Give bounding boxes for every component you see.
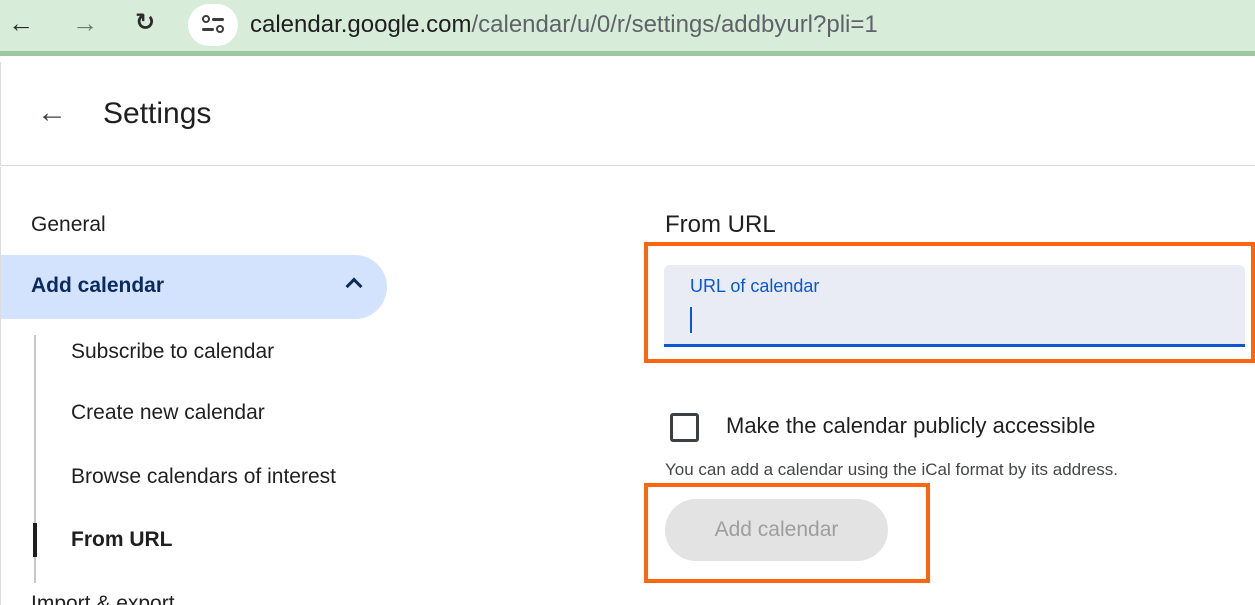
sidebar-item-browse-calendars[interactable]: Browse calendars of interest — [71, 464, 336, 490]
browser-forward-icon[interactable]: → — [72, 8, 98, 38]
reload-icon[interactable]: ↻ — [135, 8, 155, 38]
sidebar-item-import-export[interactable]: Import & export — [31, 591, 175, 605]
chevron-up-icon — [341, 269, 367, 295]
subnav-active-indicator — [33, 523, 37, 557]
settings-header: ← Settings — [0, 62, 1255, 166]
sidebar-item-from-url[interactable]: From URL — [71, 527, 173, 553]
address-bar: ← → ↻ calendar.google.com/calendar/u/0/r… — [0, 0, 1255, 56]
sidebar-item-general[interactable]: General — [31, 212, 106, 238]
annotation-highlight-add-button — [644, 483, 930, 583]
section-title: From URL — [665, 211, 776, 238]
url-text[interactable]: calendar.google.com/calendar/u/0/r/setti… — [250, 10, 878, 40]
site-info-button[interactable] — [188, 4, 238, 46]
sidebar-item-subscribe-to-calendar[interactable]: Subscribe to calendar — [71, 339, 274, 365]
sidebar-item-create-new-calendar[interactable]: Create new calendar — [71, 400, 265, 426]
url-host: calendar.google.com — [250, 11, 472, 38]
browser-toolbar: ← → ↻ calendar.google.com/calendar/u/0/r… — [0, 0, 1255, 62]
sidebar-item-add-calendar[interactable]: Add calendar — [1, 255, 387, 319]
arrow-left-icon[interactable]: ← — [37, 98, 67, 128]
help-text: You can add a calendar using the iCal fo… — [665, 460, 1118, 479]
public-access-checkbox[interactable] — [670, 413, 699, 442]
sidebar-item-label: Add calendar — [31, 274, 165, 297]
annotation-highlight-url-field — [644, 242, 1255, 363]
settings-sidebar: General Add calendar Subscribe to calend… — [0, 167, 400, 605]
url-path: /calendar/u/0/r/settings/addbyurl?pli=1 — [471, 11, 878, 38]
public-access-label[interactable]: Make the calendar publicly accessible — [726, 412, 1095, 440]
tune-icon — [202, 13, 224, 35]
page-title: Settings — [103, 97, 212, 130]
browser-back-icon[interactable]: ← — [8, 8, 34, 38]
